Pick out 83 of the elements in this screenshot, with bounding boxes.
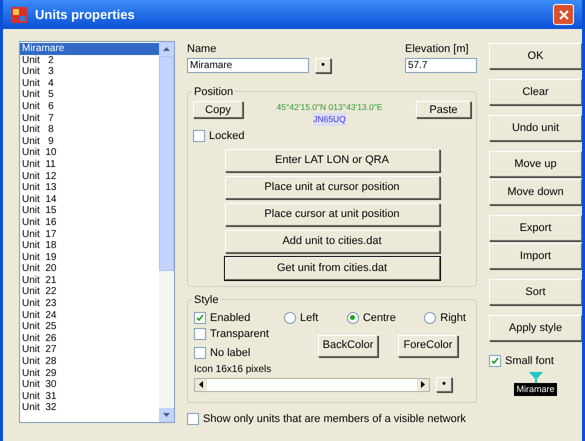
list-item[interactable]: Unit 2 (20, 54, 159, 66)
close-icon (558, 10, 568, 20)
checkbox[interactable]: Small font (489, 353, 582, 370)
list-item[interactable]: Unit 3 (20, 66, 159, 78)
left-arrow-icon (199, 381, 203, 388)
icon-label: Icon 16x16 pixels (194, 363, 272, 377)
right-arrow-icon (421, 381, 425, 388)
button[interactable]: Export (489, 215, 582, 241)
button[interactable]: Move down (489, 179, 582, 205)
list-item[interactable]: Unit 21 (20, 274, 159, 286)
button[interactable]: OK (489, 43, 582, 69)
list-item[interactable]: Unit 5 (20, 89, 159, 101)
list-item[interactable]: Unit 28 (20, 356, 159, 368)
field-label: Elevation [m] (405, 42, 470, 57)
list-item[interactable]: Unit 30 (20, 379, 159, 391)
list-item[interactable]: Unit 31 (20, 390, 159, 402)
list-item[interactable]: Unit 18 (20, 240, 159, 252)
list-item[interactable]: Unit 23 (20, 298, 159, 310)
label-preview: Miramare (514, 382, 556, 396)
radio-button[interactable]: Left (284, 310, 318, 326)
list-item[interactable]: Unit 12 (20, 170, 159, 182)
list-item[interactable]: Unit 19 (20, 252, 159, 264)
down-arrow-icon (163, 413, 170, 417)
list-item[interactable]: Unit 29 (20, 368, 159, 380)
list-item[interactable]: Unit 25 (20, 321, 159, 333)
scrollbar[interactable] (159, 42, 174, 422)
button[interactable]: Place cursor at unit position (224, 202, 440, 226)
window-title: Units properties (35, 6, 135, 24)
scrollbar-thumb[interactable] (159, 56, 174, 271)
marker-icon (528, 372, 542, 382)
list-item[interactable]: Unit 6 (20, 100, 159, 113)
button[interactable]: • (315, 58, 331, 72)
checkbox[interactable]: No label (194, 344, 318, 361)
checkbox[interactable]: Enabled (194, 310, 284, 326)
field-label: Name (187, 42, 218, 57)
list-item[interactable]: Unit 27 (20, 344, 159, 356)
button[interactable]: ForeColor (398, 334, 458, 356)
checkbox[interactable]: Show only units that are members of a visible network (187, 410, 477, 427)
list-item[interactable]: Unit 14 (20, 194, 159, 206)
up-arrow-icon (163, 47, 170, 51)
radio-button[interactable]: Centre (346, 310, 396, 326)
elevation-field[interactable]: 57.7 (405, 58, 477, 72)
button[interactable]: Paste (416, 100, 471, 118)
button[interactable]: Place unit at cursor position (224, 176, 440, 198)
check-icon (491, 357, 499, 366)
list-item[interactable]: Miramare (20, 43, 159, 55)
list-item[interactable]: Unit 13 (20, 182, 159, 194)
name-field[interactable]: Miramare (187, 58, 309, 72)
button[interactable]: BackColor (318, 334, 378, 356)
checkbox[interactable]: Locked (193, 128, 471, 144)
button[interactable]: Enter LAT LON or QRA (224, 148, 440, 172)
locator-link[interactable]: JN65UQ (313, 113, 346, 126)
list-item[interactable]: Unit 7 (20, 112, 159, 124)
list-item[interactable]: Unit 17 (20, 228, 159, 240)
list-item[interactable]: Unit 20 (20, 263, 159, 275)
button[interactable]: Add unit to cities.dat (224, 230, 440, 252)
list-item[interactable]: Unit 32 (20, 402, 159, 414)
list-item[interactable]: Unit 11 (20, 158, 159, 171)
button[interactable]: Apply style (489, 315, 582, 341)
list-item[interactable]: Unit 22 (20, 286, 159, 298)
button[interactable]: Copy (193, 100, 243, 118)
checkbox[interactable]: Transparent (194, 326, 318, 342)
check-icon (196, 314, 204, 322)
list-item[interactable]: Unit 4 (20, 78, 159, 90)
horizontal-scrollbar[interactable] (194, 378, 430, 392)
list-item[interactable]: Unit 10 (20, 147, 159, 159)
radio-button[interactable]: Right (424, 310, 466, 326)
button[interactable]: Sort (489, 279, 582, 305)
list-item[interactable]: Unit 16 (20, 216, 159, 228)
list-item[interactable]: Unit 15 (20, 205, 159, 217)
button[interactable]: Move up (489, 151, 582, 177)
list-item[interactable]: Unit 24 (20, 310, 159, 322)
close-button[interactable] (553, 4, 574, 25)
list-item[interactable]: Unit 26 (20, 332, 159, 344)
button[interactable]: Undo unit (489, 115, 582, 141)
button[interactable]: • (436, 377, 452, 392)
app-icon (11, 6, 27, 22)
coordinates: 45°42'15.0"N 013°43'13.0"E (276, 100, 382, 114)
list-item[interactable]: Unit 9 (20, 136, 159, 148)
button[interactable]: Get unit from cities.dat (224, 256, 440, 280)
button[interactable]: Clear (489, 79, 582, 105)
button[interactable]: Import (489, 243, 582, 269)
list-item[interactable]: Unit 8 (20, 124, 159, 136)
